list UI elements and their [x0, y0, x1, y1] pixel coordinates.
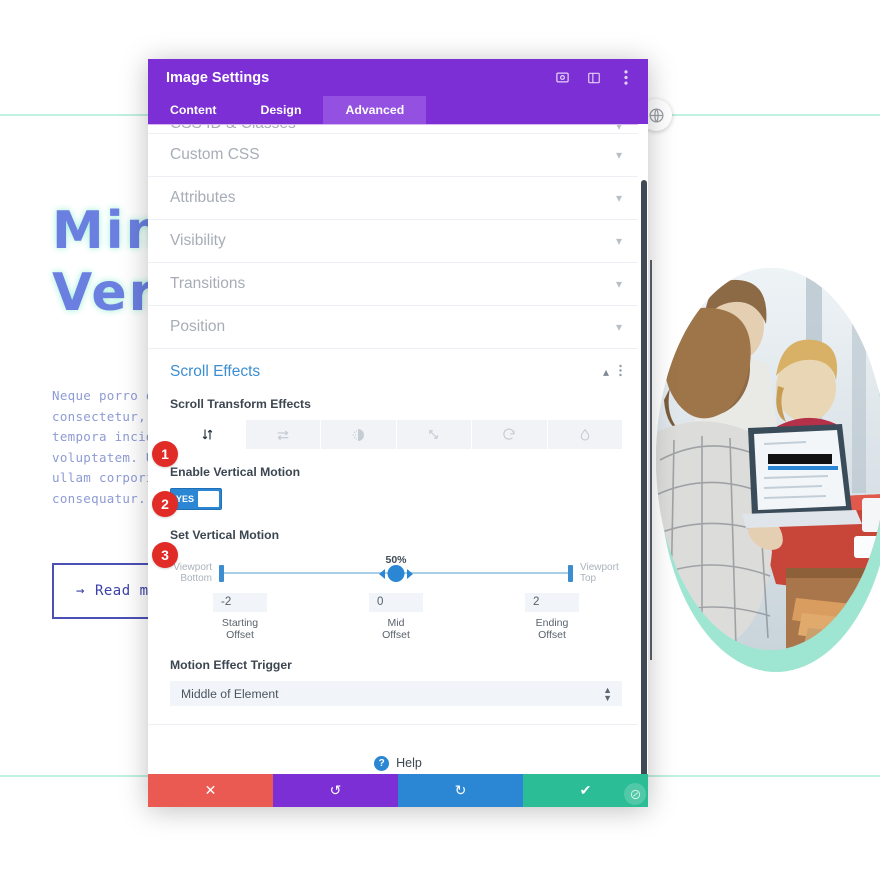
modal-header-actions [554, 70, 634, 86]
help-label: Help [396, 756, 422, 770]
modal-scrollbar[interactable] [638, 124, 648, 774]
undo-button[interactable]: ↺ [273, 774, 398, 807]
starting-offset-label: Starting Offset [221, 616, 259, 641]
page-root: Min Ver Neque porro qui consectetur, ad … [0, 0, 880, 870]
tab-advanced[interactable]: Advanced [323, 96, 427, 124]
motion-effect-trigger-select[interactable]: Middle of Element ▲ ▼ [170, 681, 622, 706]
section-label: Visibility [170, 232, 226, 249]
effect-blur-icon[interactable] [547, 420, 622, 449]
motion-effect-trigger-label: Motion Effect Trigger [170, 658, 292, 672]
callout-badge-2: 2 [152, 491, 178, 517]
section-label: Scroll Effects [170, 363, 261, 380]
effect-horizontal-motion-icon[interactable] [245, 420, 321, 449]
section-label: Attributes [170, 189, 236, 206]
motion-effect-trigger-group: Motion Effect Trigger Middle of Element … [170, 658, 622, 724]
slider-arrow-right-icon [407, 569, 413, 579]
enable-vertical-motion-toggle[interactable]: YES [170, 488, 222, 510]
effect-scaling-icon[interactable] [396, 420, 472, 449]
chevron-down-icon: ▾ [615, 148, 622, 162]
hero-photo [648, 268, 880, 672]
help-icon: ? [374, 755, 390, 771]
modal-body: CSS ID & Classes ▾ Custom CSS ▾ Attribut… [148, 124, 648, 774]
mid-offset-input[interactable]: 0 [369, 592, 423, 612]
ending-offset-label: Ending Offset [535, 616, 569, 641]
section-label: CSS ID & Classes [170, 125, 616, 133]
kebab-menu-icon[interactable] [619, 364, 622, 380]
layout-icon[interactable] [586, 70, 602, 86]
motion-effect-trigger-value: Middle of Element [181, 686, 279, 701]
modal-title: Image Settings [166, 69, 270, 86]
image-settings-modal: Image Settings Content Design Advanced ▾… [148, 59, 648, 807]
chevron-up-icon[interactable]: ▴ [603, 365, 609, 379]
slider-arrow-left-icon [379, 569, 385, 579]
section-css-id-classes[interactable]: CSS ID & Classes ▾ [148, 124, 648, 134]
effect-rotating-icon[interactable] [472, 420, 548, 449]
section-attributes[interactable]: Attributes ▾ [148, 177, 648, 220]
team-photo-illustration [656, 268, 880, 650]
scrollbar-thumb[interactable] [641, 180, 647, 774]
tab-design[interactable]: Design [238, 96, 323, 124]
enable-vertical-motion-label: Enable Vertical Motion [170, 465, 301, 479]
section-transitions[interactable]: Transitions ▾ [148, 263, 648, 306]
chevron-down-icon: ▾ [615, 234, 622, 248]
section-label: Transitions [170, 275, 246, 292]
ending-offset-input[interactable]: 2 [525, 592, 579, 612]
effect-vertical-motion-icon[interactable] [170, 420, 246, 449]
vertical-motion-slider: 50% Viewport Bottom Viewport Top -2 Star… [170, 554, 622, 644]
section-visibility[interactable]: Visibility ▾ [148, 220, 648, 263]
section-scroll-effects-header[interactable]: Scroll Effects ▴ [170, 363, 622, 381]
modal-footer: ✕ ↺ ↻ ✔ [148, 774, 648, 807]
starting-offset-group: -2 Starting Offset [170, 592, 310, 641]
ending-offset-group: 2 Ending Offset [482, 592, 622, 641]
chevron-down-icon: ▾ [615, 124, 622, 133]
slider-end-cap[interactable] [568, 565, 573, 582]
scroll-transform-effects-group [170, 420, 622, 449]
arrow-right-icon: → [76, 583, 85, 599]
chevron-down-icon: ▾ [615, 191, 622, 205]
select-arrows-icon: ▲ ▼ [603, 684, 612, 703]
section-scroll-effects: Scroll Effects ▴ Scroll Transform Effect… [148, 349, 648, 725]
mid-offset-label: Mid Offset [382, 616, 410, 641]
chevron-down-icon: ▾ [615, 277, 622, 291]
modal-header: Image Settings [148, 59, 648, 96]
target-icon[interactable] [554, 70, 570, 86]
globe-icon [648, 107, 664, 123]
effect-fade-in-out-icon[interactable] [321, 420, 397, 449]
viewport-bottom-label: Viewport Bottom [173, 562, 212, 584]
offsets-row: -2 Starting Offset 0 Mid Offset 2 Ending… [170, 592, 622, 644]
slider-handle[interactable] [387, 565, 405, 582]
tab-content[interactable]: Content [148, 96, 238, 124]
mid-offset-group: 0 Mid Offset [326, 592, 466, 641]
toggle-knob [198, 491, 219, 507]
section-label: Position [170, 318, 226, 335]
starting-offset-input[interactable]: -2 [213, 592, 267, 612]
footer-fab-icon[interactable] [624, 783, 646, 805]
set-vertical-motion-label: Set Vertical Motion [170, 528, 280, 542]
scroll-transform-effects-label: Scroll Transform Effects [170, 397, 311, 411]
section-custom-css[interactable]: Custom CSS ▾ [148, 134, 648, 177]
help-row[interactable]: ? Help [148, 725, 648, 774]
section-label: Custom CSS [170, 146, 260, 163]
callout-badge-3: 3 [152, 542, 178, 568]
callout-badge-1: 1 [152, 441, 178, 467]
team-photo [656, 268, 880, 650]
redo-button[interactable]: ↻ [398, 774, 523, 807]
cancel-button[interactable]: ✕ [148, 774, 273, 807]
slider-track[interactable] [219, 561, 573, 585]
section-position[interactable]: Position ▾ [148, 306, 648, 349]
kebab-menu-icon[interactable] [618, 70, 634, 86]
chevron-down-icon: ▾ [615, 320, 622, 334]
modal-tabs: Content Design Advanced [148, 96, 648, 124]
viewport-top-label: Viewport Top [580, 562, 619, 584]
slider-start-cap[interactable] [219, 565, 224, 582]
